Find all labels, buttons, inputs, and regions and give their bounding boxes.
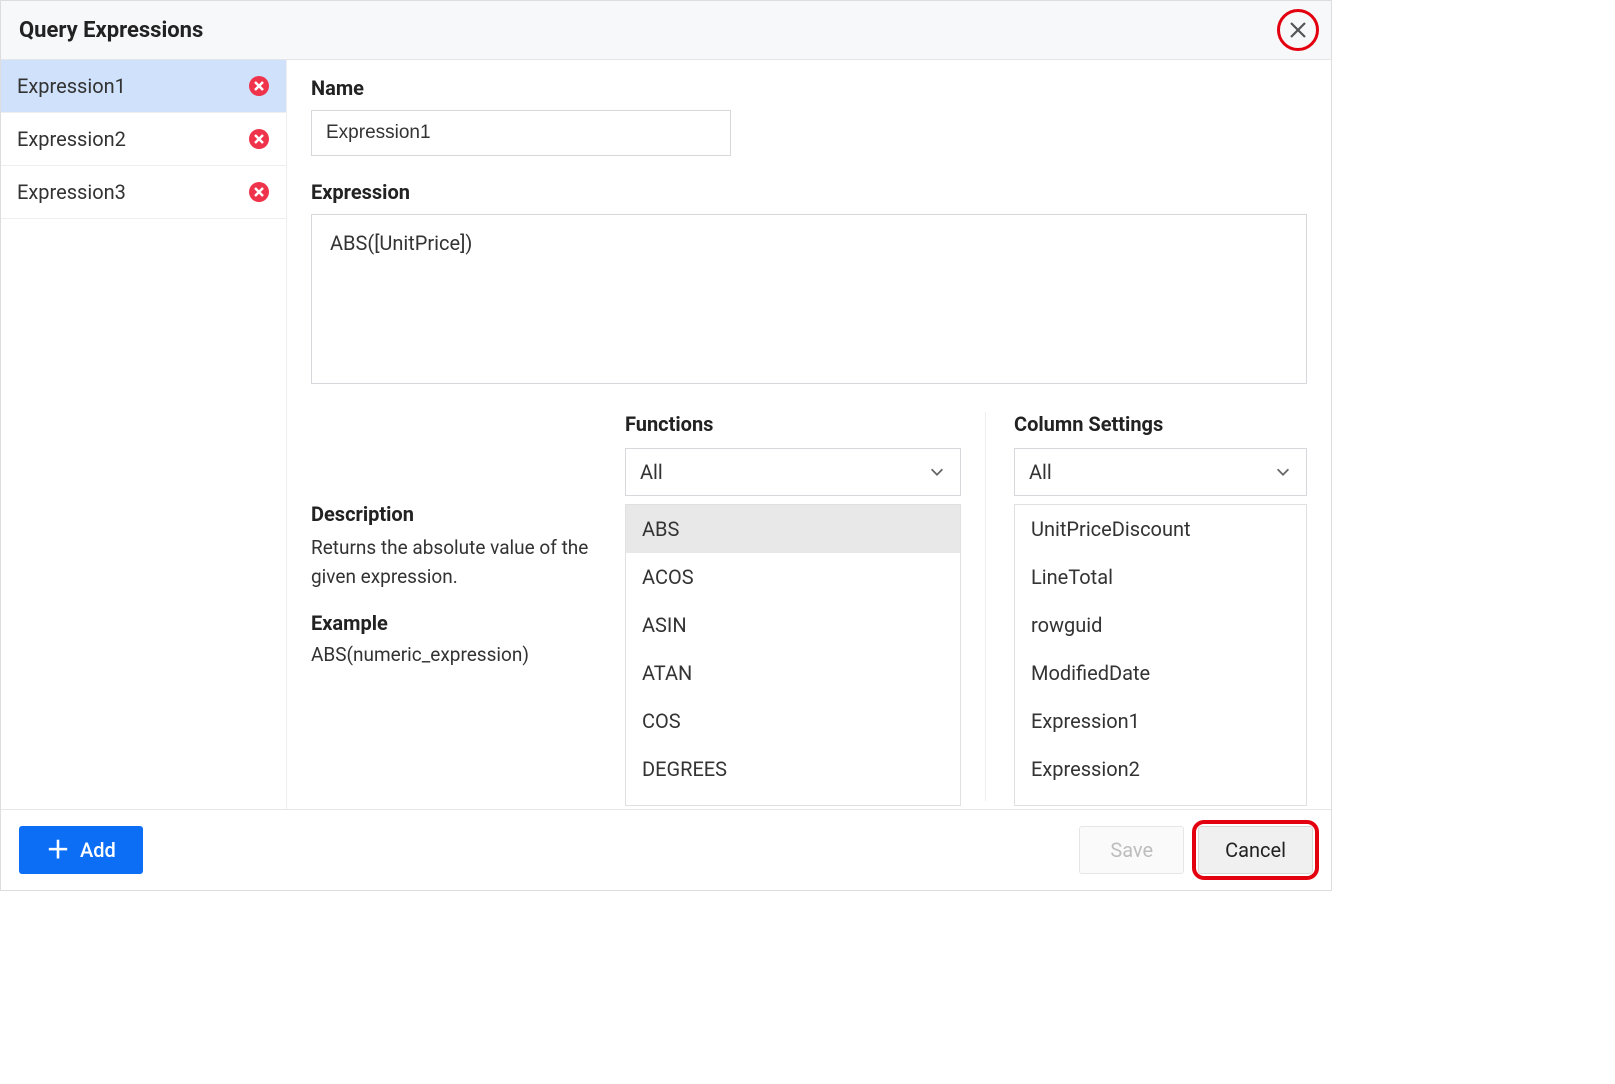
column-item[interactable]: Expression1 — [1015, 697, 1306, 745]
column-item[interactable]: rowguid — [1015, 601, 1306, 649]
columns-filter-value: All — [1029, 460, 1052, 484]
dialog-header: Query Expressions — [1, 1, 1331, 60]
function-item[interactable]: DEGREES — [626, 745, 960, 793]
columns-filter-select[interactable]: All — [1014, 448, 1307, 496]
functions-filter-select[interactable]: All — [625, 448, 961, 496]
delete-icon — [248, 181, 270, 203]
name-label: Name — [311, 76, 1307, 100]
close-icon — [1288, 20, 1308, 40]
delete-icon — [248, 75, 270, 97]
main-panel: Name Expression Description Returns the … — [287, 60, 1331, 809]
expression-list-item[interactable]: Expression3 — [1, 166, 286, 219]
expression-list-item[interactable]: Expression1 — [1, 60, 286, 113]
functions-filter-value: All — [640, 460, 663, 484]
function-item[interactable]: ABS — [626, 505, 960, 553]
expression-list-item[interactable]: Expression2 — [1, 113, 286, 166]
column-settings-column: Column Settings All UnitPriceDiscount Li… — [985, 412, 1307, 801]
delete-expression-button[interactable] — [248, 181, 270, 203]
column-item[interactable]: Expression2 — [1015, 745, 1306, 793]
example-label: Example — [311, 611, 603, 635]
function-item[interactable]: ACOS — [626, 553, 960, 601]
column-item[interactable]: Expression3 — [1015, 793, 1306, 806]
expressions-sidebar: Expression1 Expression2 — [1, 60, 287, 809]
chevron-down-icon — [1274, 463, 1292, 481]
name-input[interactable] — [311, 110, 731, 156]
delete-expression-button[interactable] — [248, 75, 270, 97]
dialog-body: Expression1 Expression2 — [1, 60, 1331, 809]
add-button[interactable]: ＋ Add — [19, 826, 143, 874]
function-item[interactable]: ATAN — [626, 649, 960, 697]
cancel-button-label: Cancel — [1225, 838, 1286, 862]
save-button-label: Save — [1110, 838, 1153, 862]
expression-item-label: Expression2 — [17, 127, 126, 151]
query-expressions-dialog: Query Expressions Expression1 — [0, 0, 1332, 891]
dialog-title: Query Expressions — [19, 18, 203, 43]
description-column: Description Returns the absolute value o… — [311, 412, 621, 801]
expression-item-label: Expression1 — [17, 74, 126, 98]
description-label: Description — [311, 502, 603, 526]
expression-textarea[interactable] — [311, 214, 1307, 384]
cancel-button[interactable]: Cancel — [1198, 826, 1313, 874]
expression-label: Expression — [311, 180, 1307, 204]
delete-expression-button[interactable] — [248, 128, 270, 150]
save-button: Save — [1079, 826, 1184, 874]
add-button-label: Add — [80, 838, 116, 862]
plus-icon: ＋ — [46, 838, 70, 862]
close-button[interactable] — [1283, 15, 1313, 45]
column-item[interactable]: LineTotal — [1015, 553, 1306, 601]
functions-column: Functions All ABS ACOS ASIN ATAN COS DEG… — [621, 412, 965, 801]
example-text: ABS(numeric_expression) — [311, 643, 603, 666]
column-settings-label: Column Settings — [1014, 412, 1307, 436]
column-item[interactable]: ModifiedDate — [1015, 649, 1306, 697]
function-item[interactable]: COS — [626, 697, 960, 745]
description-text: Returns the absolute value of the given … — [311, 534, 603, 591]
function-item[interactable]: ASIN — [626, 601, 960, 649]
delete-icon — [248, 128, 270, 150]
functions-listbox[interactable]: ABS ACOS ASIN ATAN COS DEGREES EXP — [625, 504, 961, 806]
dialog-footer: ＋ Add Save Cancel — [1, 809, 1331, 890]
chevron-down-icon — [928, 463, 946, 481]
footer-right: Save Cancel — [1079, 826, 1313, 874]
lower-section: Description Returns the absolute value o… — [311, 412, 1307, 801]
columns-listbox[interactable]: UnitPriceDiscount LineTotal rowguid Modi… — [1014, 504, 1307, 806]
functions-label: Functions — [625, 412, 961, 436]
expression-item-label: Expression3 — [17, 180, 126, 204]
column-item[interactable]: UnitPriceDiscount — [1015, 505, 1306, 553]
function-item[interactable]: EXP — [626, 793, 960, 806]
